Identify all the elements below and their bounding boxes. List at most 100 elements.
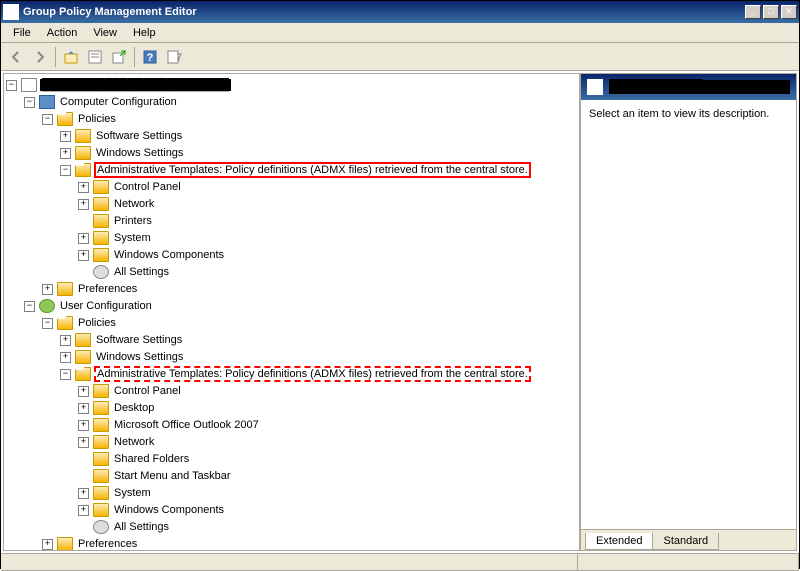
node-label: Computer Configuration bbox=[58, 96, 179, 108]
maximize-button[interactable]: □ bbox=[763, 5, 779, 19]
back-button[interactable] bbox=[5, 46, 27, 68]
tree-system[interactable]: + System bbox=[78, 230, 577, 246]
tree-desktop[interactable]: + Desktop bbox=[78, 400, 577, 416]
expand-icon[interactable]: + bbox=[78, 437, 89, 448]
tree-control-panel-user[interactable]: +Control Panel bbox=[78, 383, 577, 399]
expand-icon[interactable]: + bbox=[60, 131, 71, 142]
expand-icon[interactable]: + bbox=[78, 488, 89, 499]
expand-icon[interactable]: + bbox=[78, 199, 89, 210]
tree-software-settings-user[interactable]: + Software Settings bbox=[60, 332, 577, 348]
tree-network[interactable]: +Network bbox=[78, 196, 577, 212]
collapse-icon[interactable]: − bbox=[24, 301, 35, 312]
expand-icon[interactable]: + bbox=[60, 148, 71, 159]
folder-icon bbox=[93, 401, 109, 415]
expand-icon[interactable]: + bbox=[78, 505, 89, 516]
node-label: Software Settings bbox=[94, 334, 184, 346]
menu-help[interactable]: Help bbox=[125, 25, 164, 41]
menu-file[interactable]: File bbox=[5, 25, 39, 41]
node-label: Desktop bbox=[112, 402, 156, 414]
tree-windows-settings[interactable]: + Windows Settings bbox=[60, 145, 577, 161]
menu-action[interactable]: Action bbox=[39, 25, 86, 41]
expand-icon[interactable]: + bbox=[42, 539, 53, 550]
node-label: Network bbox=[112, 436, 156, 448]
node-label: Windows Settings bbox=[94, 147, 185, 159]
tree-root[interactable]: − ████████████████████████ bbox=[6, 77, 577, 93]
folder-icon bbox=[93, 469, 109, 483]
collapse-icon[interactable]: − bbox=[60, 369, 71, 380]
description-body: Select an item to view its description. bbox=[581, 100, 796, 529]
node-label: All Settings bbox=[112, 266, 171, 278]
folder-icon bbox=[57, 537, 73, 550]
expand-icon[interactable]: + bbox=[78, 233, 89, 244]
node-label: Software Settings bbox=[94, 130, 184, 142]
tree-policies-user[interactable]: − Policies bbox=[42, 315, 577, 331]
collapse-icon[interactable]: − bbox=[6, 80, 17, 91]
tree-start-menu[interactable]: Start Menu and Taskbar bbox=[78, 468, 577, 484]
node-label: Policies bbox=[76, 113, 118, 125]
expand-icon[interactable]: + bbox=[78, 250, 89, 261]
expand-icon[interactable]: + bbox=[78, 403, 89, 414]
forward-button[interactable] bbox=[29, 46, 51, 68]
description-header: ████████████ bbox=[581, 74, 796, 100]
tree-shared-folders[interactable]: Shared Folders bbox=[78, 451, 577, 467]
toolbar-separator bbox=[134, 47, 135, 67]
tree-outlook[interactable]: +Microsoft Office Outlook 2007 bbox=[78, 417, 577, 433]
computer-icon bbox=[39, 95, 55, 109]
properties-button[interactable] bbox=[84, 46, 106, 68]
up-button[interactable] bbox=[60, 46, 82, 68]
collapse-icon[interactable]: − bbox=[24, 97, 35, 108]
tab-standard[interactable]: Standard bbox=[652, 533, 719, 550]
menu-view[interactable]: View bbox=[85, 25, 125, 41]
tree-preferences[interactable]: +Preferences bbox=[42, 281, 577, 297]
node-label: System bbox=[112, 487, 153, 499]
tree-network-user[interactable]: + Network bbox=[78, 434, 577, 450]
tree-all-settings[interactable]: All Settings bbox=[78, 264, 577, 280]
description-title: ████████████ bbox=[609, 80, 790, 94]
tree-computer-configuration[interactable]: − Computer Configuration bbox=[24, 94, 577, 110]
folder-icon bbox=[93, 384, 109, 398]
export-button[interactable] bbox=[108, 46, 130, 68]
status-left bbox=[1, 554, 578, 571]
expand-icon[interactable]: + bbox=[60, 352, 71, 363]
folder-icon bbox=[75, 146, 91, 160]
close-button[interactable]: ✕ bbox=[781, 5, 797, 19]
tree-windows-components-user[interactable]: +Windows Components bbox=[78, 502, 577, 518]
tree-admin-templates-user[interactable]: − Administrative Templates: Policy defin… bbox=[60, 366, 577, 382]
tree-system-user[interactable]: + System bbox=[78, 485, 577, 501]
folder-icon bbox=[93, 503, 109, 517]
expand-icon[interactable]: + bbox=[78, 386, 89, 397]
collapse-icon[interactable]: − bbox=[42, 318, 53, 329]
tree-control-panel[interactable]: +Control Panel bbox=[78, 179, 577, 195]
tree-printers[interactable]: Printers bbox=[78, 213, 577, 229]
tree-pane[interactable]: − ████████████████████████ − Computer Co… bbox=[4, 74, 581, 550]
collapse-icon[interactable]: − bbox=[42, 114, 53, 125]
folder-open-icon bbox=[57, 112, 73, 126]
svg-text:?: ? bbox=[147, 52, 154, 64]
collapse-icon[interactable]: − bbox=[60, 165, 71, 176]
node-label: System bbox=[112, 232, 153, 244]
folder-icon bbox=[93, 435, 109, 449]
help-button[interactable]: ? bbox=[139, 46, 161, 68]
tree-windows-components[interactable]: + Windows Components bbox=[78, 247, 577, 263]
filter-button[interactable] bbox=[163, 46, 185, 68]
node-label: Windows Components bbox=[112, 249, 226, 261]
minimize-button[interactable]: _ bbox=[745, 5, 761, 19]
expand-icon[interactable]: + bbox=[42, 284, 53, 295]
tree-policies[interactable]: − Policies bbox=[42, 111, 577, 127]
policy-icon bbox=[21, 78, 37, 92]
tab-extCOded[interactable]: Extended bbox=[585, 533, 653, 550]
tree-user-configuration[interactable]: − User Configuration bbox=[24, 298, 577, 314]
menubar: File Action View Help bbox=[1, 23, 799, 43]
node-label: Windows Settings bbox=[94, 351, 185, 363]
expand-icon[interactable]: + bbox=[78, 420, 89, 431]
expand-icon[interactable]: + bbox=[78, 182, 89, 193]
node-label: Administrative Templates: Policy definit… bbox=[94, 162, 531, 178]
expand-icon[interactable]: + bbox=[60, 335, 71, 346]
folder-icon bbox=[75, 350, 91, 364]
status-right bbox=[578, 554, 799, 571]
tree-all-settings-user[interactable]: All Settings bbox=[78, 519, 577, 535]
tree-software-settings[interactable]: + Software Settings bbox=[60, 128, 577, 144]
tree-admin-templates-computer[interactable]: − Administrative Templates: Policy defin… bbox=[60, 162, 577, 178]
tree-windows-settings-user[interactable]: + Windows Settings bbox=[60, 349, 577, 365]
tree-preferences-user[interactable]: +Preferences bbox=[42, 536, 577, 550]
